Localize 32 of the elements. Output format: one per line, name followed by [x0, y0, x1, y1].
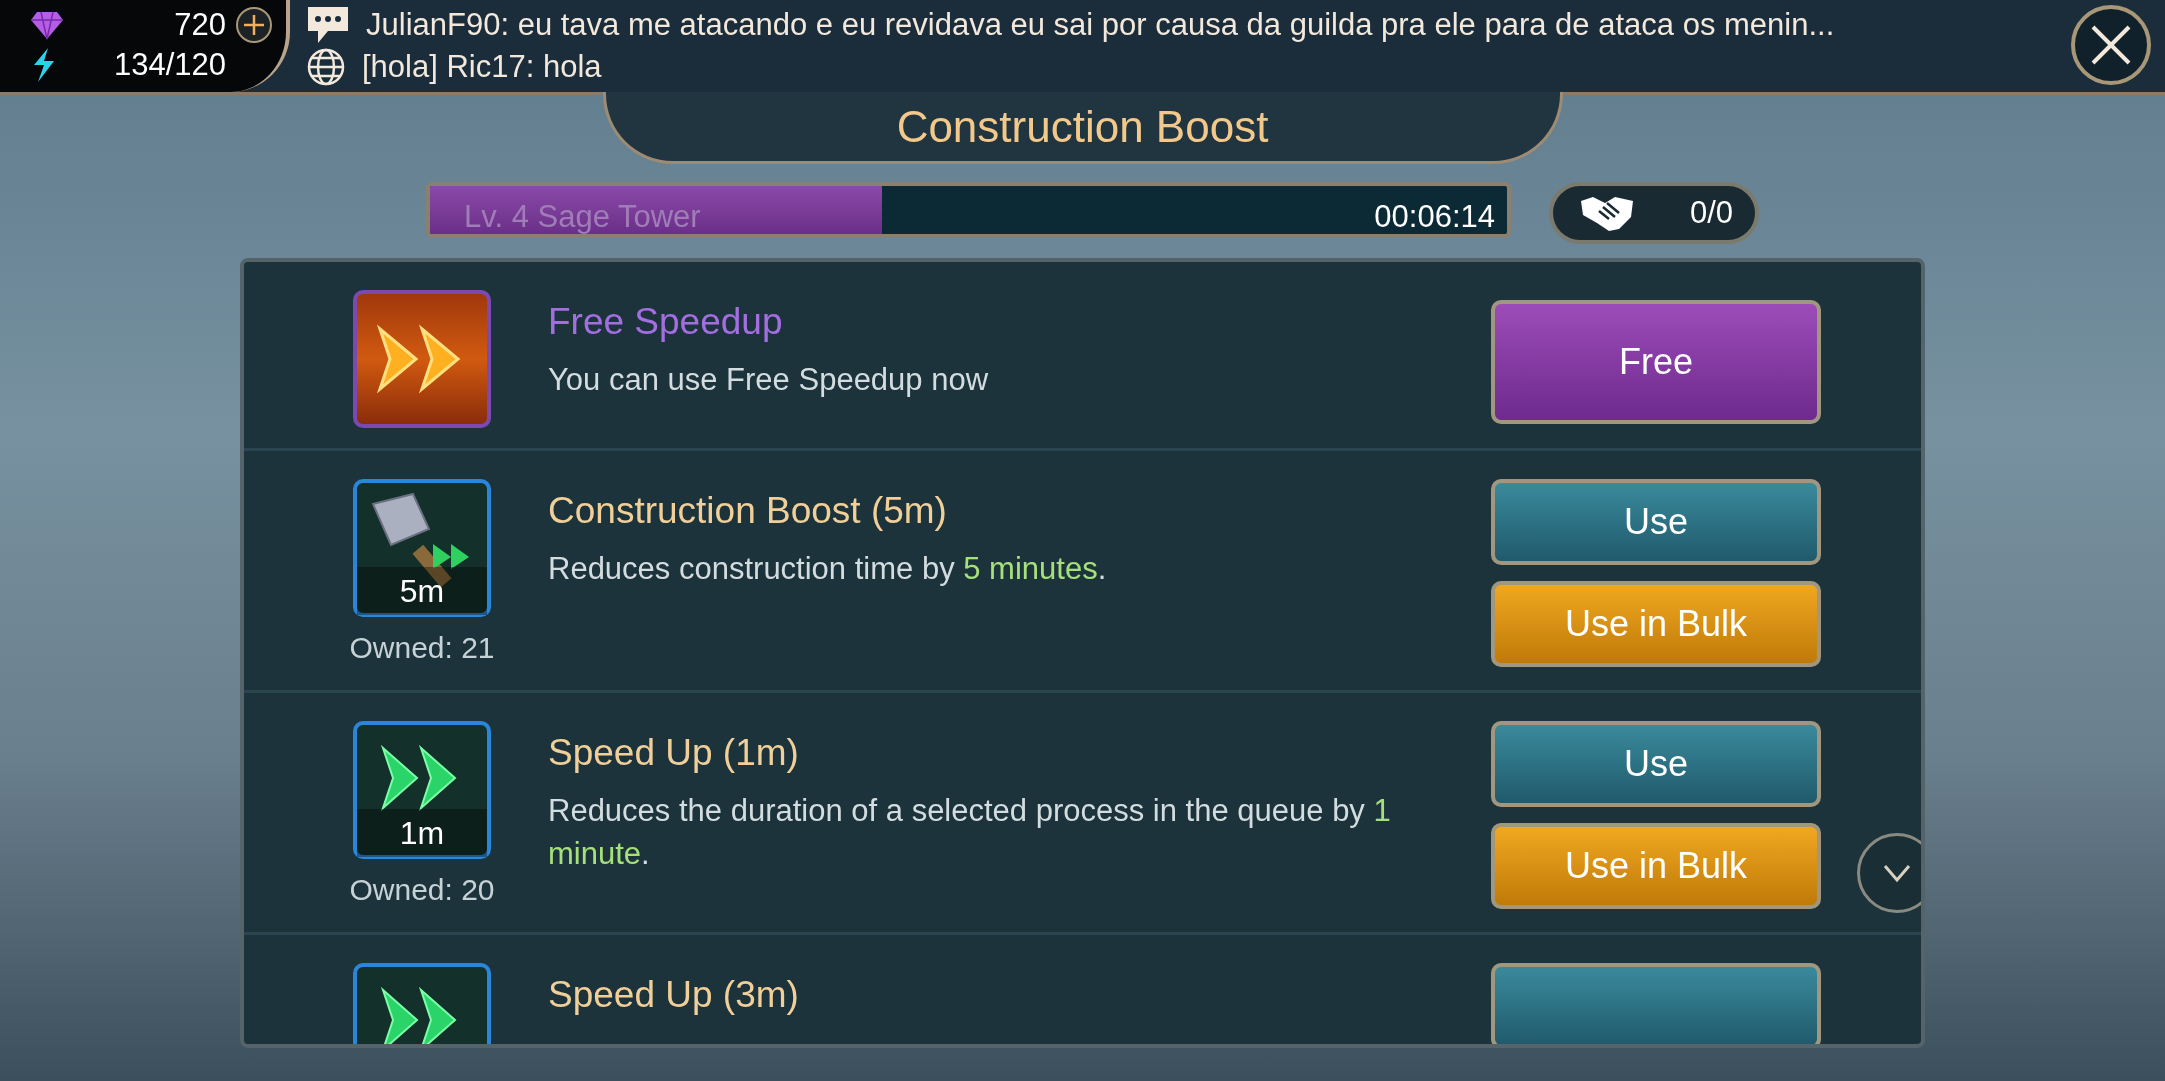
chat-bar[interactable]: JulianF90: eu tava me atacando e eu revidava eu sai por causa da guilda pra ele para de ataca os menin... [hola] Ric17: hola	[290, 0, 2071, 92]
building-label: Lv. 4 Sage Tower	[464, 198, 701, 234]
item-description: You can use Free Speedup now	[548, 360, 990, 399]
timer: 00:06:14	[1374, 198, 1495, 234]
free-button[interactable]: Free	[1491, 300, 1821, 424]
chat-message: [hola] Ric17: hola	[362, 47, 602, 86]
help-button[interactable]: 0/0	[1549, 182, 1759, 244]
gem-icon	[30, 10, 64, 40]
use-button[interactable]: Use	[1491, 721, 1821, 807]
item-description: Reduces construction time by 5 minutes.	[548, 549, 1108, 588]
owned-count: Owned: 21	[349, 630, 495, 666]
duration-label: 1m	[357, 809, 487, 857]
caret-icon	[1882, 863, 1912, 883]
item-title: Free Speedup	[548, 300, 784, 344]
currency-value: 134/120	[112, 45, 226, 84]
item-title: Speed Up (1m)	[548, 731, 800, 775]
globe-icon	[306, 47, 346, 87]
item-title: Speed Up (3m)	[548, 973, 800, 1017]
item-title: Construction Boost (5m)	[548, 489, 948, 533]
chat-bubble-icon	[306, 5, 350, 45]
dialog-title: Construction Boost	[896, 100, 1269, 153]
owned-count: Owned: 20	[349, 872, 495, 908]
add-button[interactable]	[236, 7, 272, 43]
currency-value: 720	[173, 5, 226, 44]
use-button[interactable]: Use	[1491, 479, 1821, 565]
item-description: Reduces the duration of a selected process in the queue by 1 minute.	[548, 791, 1392, 873]
plus-icon	[243, 14, 265, 36]
duration-label: 5m	[357, 567, 487, 615]
chat-message: JulianF90: eu tava me atacando e eu revidava eu sai por causa da guilda pra ele para de ataca os menin...	[366, 5, 1835, 44]
use-button[interactable]	[1491, 963, 1821, 1044]
help-count: 0/0	[1689, 193, 1733, 232]
round-button[interactable]	[1857, 833, 1921, 913]
